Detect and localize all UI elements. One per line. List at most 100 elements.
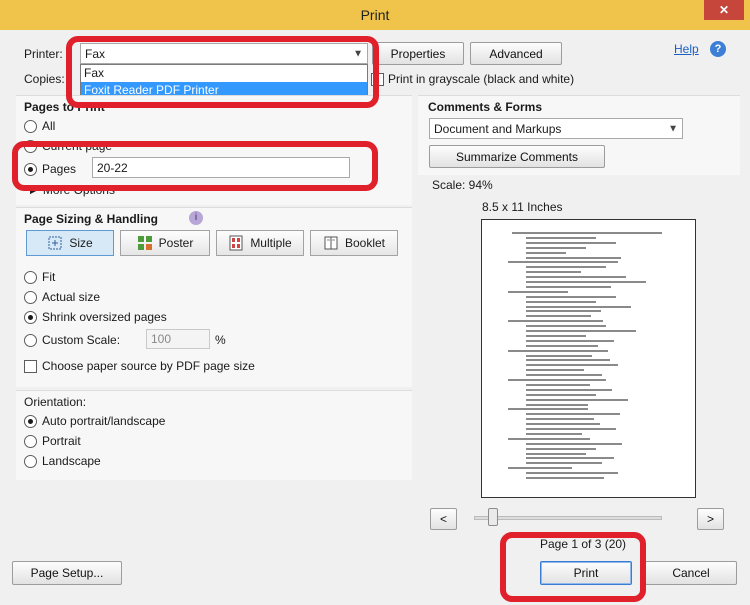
close-button[interactable]: ✕ [704, 0, 744, 20]
preview-text-line [526, 359, 610, 362]
page-setup-button[interactable]: Page Setup... [12, 561, 122, 585]
poster-button-label: Poster [158, 236, 194, 250]
paper-source-label: Choose paper source by PDF page size [42, 359, 255, 373]
help-link[interactable]: Help [674, 42, 699, 56]
radio-portrait-label: Portrait [42, 434, 81, 448]
pages-to-print-title: Pages to Print [24, 100, 105, 114]
radio-pages-circle[interactable] [24, 162, 37, 176]
page-slider-thumb[interactable] [488, 508, 498, 526]
size-button[interactable]: Size [26, 230, 114, 256]
printer-select[interactable]: Fax ▼ [80, 43, 368, 64]
cancel-button[interactable]: Cancel [645, 561, 737, 585]
radio-actual-size[interactable]: Actual size [24, 290, 100, 304]
preview-text-line [526, 452, 586, 455]
preview-text-line [526, 281, 646, 283]
printer-label: Printer: [24, 47, 63, 61]
preview-text-line [526, 364, 618, 367]
radio-current-page[interactable]: Current page [24, 139, 112, 153]
preview-text-line [526, 334, 586, 337]
preview-text-line [526, 403, 588, 406]
radio-current-circle[interactable] [24, 139, 37, 153]
preview-text-line [526, 256, 621, 259]
help-icon[interactable]: ? [710, 41, 726, 57]
radio-landscape-circle[interactable] [24, 454, 37, 468]
next-page-button[interactable]: > [697, 508, 724, 530]
booklet-button[interactable]: Booklet [310, 230, 398, 256]
window-title: Print [360, 7, 390, 23]
radio-pages[interactable]: Pages [24, 162, 76, 176]
pages-range-input[interactable]: 20-22 [92, 157, 350, 178]
page-sizing-title: Page Sizing & Handling [24, 212, 159, 226]
page-indicator: Page 1 of 3 (20) [540, 537, 627, 551]
poster-button[interactable]: Poster [120, 230, 210, 256]
copies-label: Copies: [24, 72, 65, 86]
paper-source-option[interactable]: Choose paper source by PDF page size [24, 359, 255, 373]
radio-custom-scale[interactable]: Custom Scale: [24, 333, 120, 347]
chevron-down-icon: ▼ [353, 48, 363, 59]
preview-text-line [526, 285, 611, 288]
preview-text-line [526, 330, 636, 332]
preview-text-line [508, 467, 572, 470]
preview-text-line [526, 374, 602, 377]
radio-current-label: Current page [42, 139, 113, 153]
radio-all-circle[interactable] [24, 119, 37, 133]
radio-auto-orientation[interactable]: Auto portrait/landscape [24, 414, 165, 428]
multiple-button[interactable]: Multiple [216, 230, 304, 256]
comments-selected: Document and Markups [434, 121, 562, 136]
close-icon: ✕ [718, 3, 730, 17]
paper-source-checkbox[interactable] [24, 359, 37, 373]
printer-selected: Fax [85, 46, 106, 61]
grayscale-option[interactable]: Print in grayscale (black and white) [371, 72, 574, 86]
print-button[interactable]: Print [540, 561, 632, 585]
prev-page-button[interactable]: < [430, 508, 457, 530]
preview-text-line [526, 472, 618, 475]
preview-text-line [508, 320, 603, 323]
info-icon[interactable]: i [189, 211, 203, 225]
radio-shrink[interactable]: Shrink oversized pages [24, 310, 167, 324]
preview-text-line [526, 339, 614, 342]
advanced-button[interactable]: Advanced [470, 42, 562, 65]
preview-text-line [526, 477, 604, 479]
scale-readout: Scale: 94% [432, 178, 493, 192]
preview-text-line [526, 310, 601, 313]
radio-portrait-circle[interactable] [24, 434, 37, 448]
printer-option-fax[interactable]: Fax [81, 65, 367, 82]
more-options-label: More Options [42, 183, 115, 197]
preview-text-line [526, 315, 591, 318]
radio-all-label: All [42, 119, 56, 133]
summarize-comments-button[interactable]: Summarize Comments [429, 145, 605, 168]
preview-text-line [526, 295, 616, 298]
radio-fit-circle[interactable] [24, 270, 37, 284]
preview-text-line [526, 246, 586, 249]
custom-scale-input[interactable]: 100 [146, 329, 210, 349]
radio-custom-circle[interactable] [24, 333, 37, 347]
preview-text-line [508, 349, 608, 352]
preview-text-line [508, 379, 606, 381]
radio-landscape[interactable]: Landscape [24, 454, 101, 468]
radio-fit[interactable]: Fit [24, 270, 55, 284]
radio-all[interactable]: All [24, 119, 55, 133]
booklet-icon [324, 236, 338, 250]
preview-text-line [526, 300, 596, 303]
page-slider-track[interactable] [474, 516, 662, 520]
comments-select[interactable]: Document and Markups ▼ [429, 118, 683, 139]
orientation-title: Orientation: [24, 395, 87, 409]
preview-text-line [526, 413, 620, 416]
radio-portrait[interactable]: Portrait [24, 434, 81, 448]
radio-auto-circle[interactable] [24, 414, 37, 428]
radio-shrink-circle[interactable] [24, 310, 37, 324]
preview-text-line [526, 432, 582, 435]
preview-text-line [526, 241, 616, 244]
page-preview [481, 219, 696, 498]
properties-button[interactable]: Properties [372, 42, 464, 65]
radio-actual-circle[interactable] [24, 290, 37, 304]
preview-text-line [526, 344, 598, 347]
radio-fit-label: Fit [42, 270, 56, 284]
more-options-toggle[interactable]: ▶ More Options [30, 183, 115, 197]
preview-text-line [508, 261, 618, 264]
preview-text-line [526, 305, 631, 308]
grayscale-checkbox[interactable] [371, 72, 384, 86]
preview-text-line [526, 428, 616, 430]
poster-icon [137, 236, 152, 250]
preview-text-line [526, 354, 592, 357]
